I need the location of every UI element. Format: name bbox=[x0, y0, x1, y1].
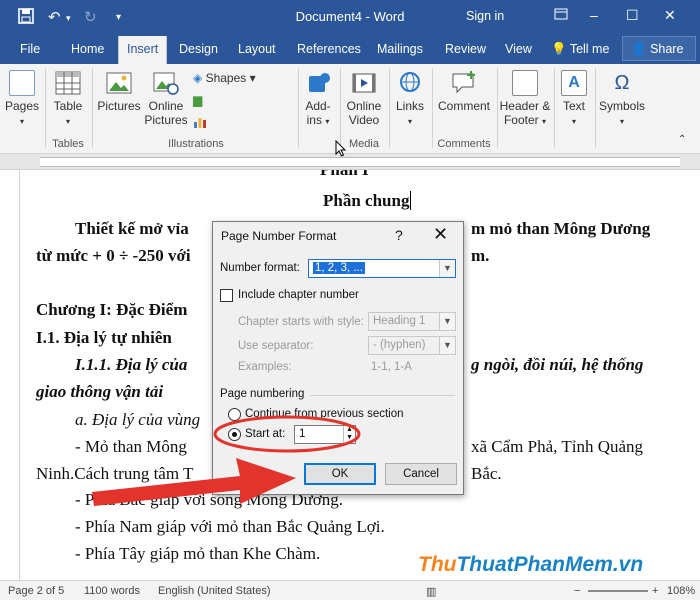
zoom-out-icon[interactable]: − bbox=[574, 585, 580, 597]
annotation-overlay bbox=[92, 415, 361, 506]
status-bar: Page 2 of 5 1100 words English (United S… bbox=[0, 580, 700, 600]
read-mode-icon[interactable]: ▥ bbox=[426, 585, 436, 598]
page-count[interactable]: Page 2 of 5 bbox=[8, 585, 64, 597]
zoom-level[interactable]: 108% bbox=[667, 585, 695, 597]
zoom-slider[interactable] bbox=[588, 590, 648, 592]
language-status[interactable]: English (United States) bbox=[158, 585, 271, 597]
word-count[interactable]: 1100 words bbox=[84, 585, 140, 597]
zoom-in-icon[interactable]: + bbox=[652, 585, 658, 597]
watermark-logo: ThuThuatPhanMem.vn bbox=[418, 553, 644, 576]
annotation-ellipse bbox=[213, 415, 361, 453]
annotation-arrow bbox=[92, 458, 296, 506]
